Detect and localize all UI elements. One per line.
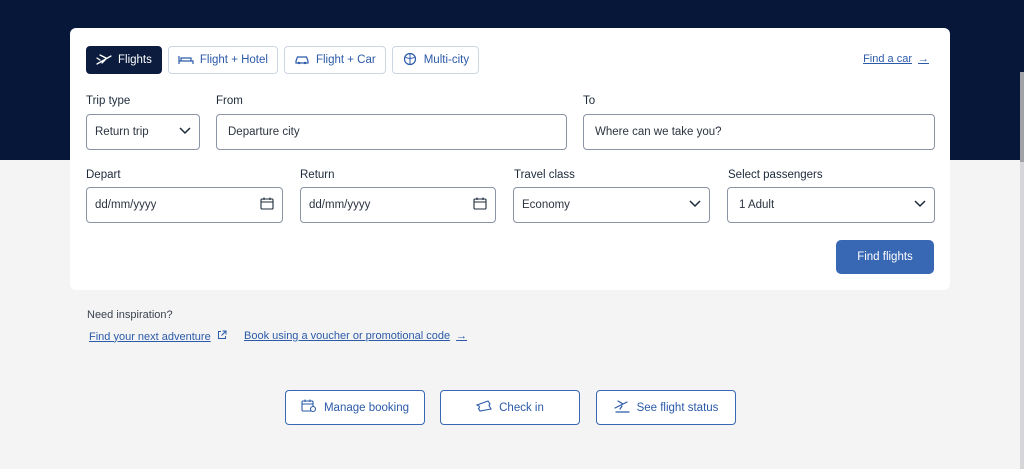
external-link-icon: [217, 330, 227, 343]
chevron-down-icon: [914, 199, 926, 211]
booking-widget: Flights Flight + Hotel Flight + Car Mult…: [70, 28, 950, 290]
tab-label: Flight + Hotel: [199, 54, 268, 66]
tab-label: Multi-city: [423, 54, 470, 66]
from-label: From: [216, 95, 243, 107]
booking-tabs: Flights Flight + Hotel Flight + Car Mult…: [86, 46, 480, 74]
car-icon: [294, 52, 310, 69]
travel-class-label: Travel class: [514, 169, 575, 181]
ticket-icon: [475, 400, 493, 415]
from-input[interactable]: Departure city: [216, 114, 567, 150]
depart-label: Depart: [86, 169, 121, 181]
tab-label: Flights: [118, 54, 152, 66]
plane-status-icon: [613, 399, 630, 416]
find-flights-button[interactable]: Find flights: [836, 240, 934, 274]
tab-flight-hotel[interactable]: Flight + Hotel: [167, 46, 278, 74]
to-placeholder: Where can we take you?: [595, 126, 722, 138]
return-label: Return: [300, 169, 335, 181]
tab-flight-car[interactable]: Flight + Car: [283, 46, 386, 74]
travel-class-select[interactable]: Economy: [513, 187, 710, 223]
link-label: Book using a voucher or promotional code: [244, 330, 451, 342]
to-label: To: [583, 95, 596, 107]
quick-action-label: Manage booking: [323, 401, 410, 414]
arrow-right-icon: →: [456, 330, 468, 342]
depart-placeholder: dd/mm/yyyy: [95, 199, 157, 211]
tab-multi-city[interactable]: Multi-city: [391, 46, 480, 74]
inspiration-title: Need inspiration?: [87, 309, 173, 321]
chevron-down-icon: [179, 126, 191, 138]
arrow-right-icon: →: [918, 53, 929, 65]
calendar-icon[interactable]: [260, 197, 274, 213]
tab-flights[interactable]: Flights: [86, 46, 162, 74]
trip-type-value: Return trip: [95, 126, 149, 138]
globe-icon: [402, 52, 418, 69]
trip-type-label: Trip type: [86, 95, 131, 107]
calendar-icon[interactable]: [473, 197, 487, 213]
plane-icon: [96, 52, 112, 69]
quick-action-label: Check in: [499, 401, 544, 414]
return-placeholder: dd/mm/yyyy: [309, 199, 371, 211]
return-date-input[interactable]: dd/mm/yyyy: [300, 187, 496, 223]
voucher-link[interactable]: Book using a voucher or promotional code…: [244, 330, 467, 342]
passengers-label: Select passengers: [728, 169, 823, 181]
from-placeholder: Departure city: [228, 126, 300, 138]
scrollbar-thumb[interactable]: [1020, 72, 1024, 162]
find-car-label: Find a car: [863, 53, 912, 65]
passengers-value: 1 Adult: [739, 199, 775, 211]
quick-action-label: See flight status: [636, 401, 719, 414]
bed-icon: [178, 52, 194, 69]
to-input[interactable]: Where can we take you?: [583, 114, 935, 150]
flight-status-button[interactable]: See flight status: [596, 390, 736, 425]
calendar-gear-icon: [301, 399, 317, 416]
tab-label: Flight + Car: [315, 54, 376, 66]
chevron-down-icon: [689, 199, 701, 211]
find-adventure-link[interactable]: Find your next adventure: [89, 330, 227, 343]
link-label: Find your next adventure: [89, 330, 211, 343]
check-in-button[interactable]: Check in: [440, 390, 580, 425]
travel-class-value: Economy: [522, 199, 570, 211]
passengers-select[interactable]: 1 Adult: [727, 187, 935, 223]
manage-booking-button[interactable]: Manage booking: [285, 390, 425, 425]
trip-type-select[interactable]: Return trip: [86, 114, 200, 150]
find-car-link[interactable]: Find a car →: [863, 53, 929, 65]
depart-date-input[interactable]: dd/mm/yyyy: [86, 187, 283, 223]
